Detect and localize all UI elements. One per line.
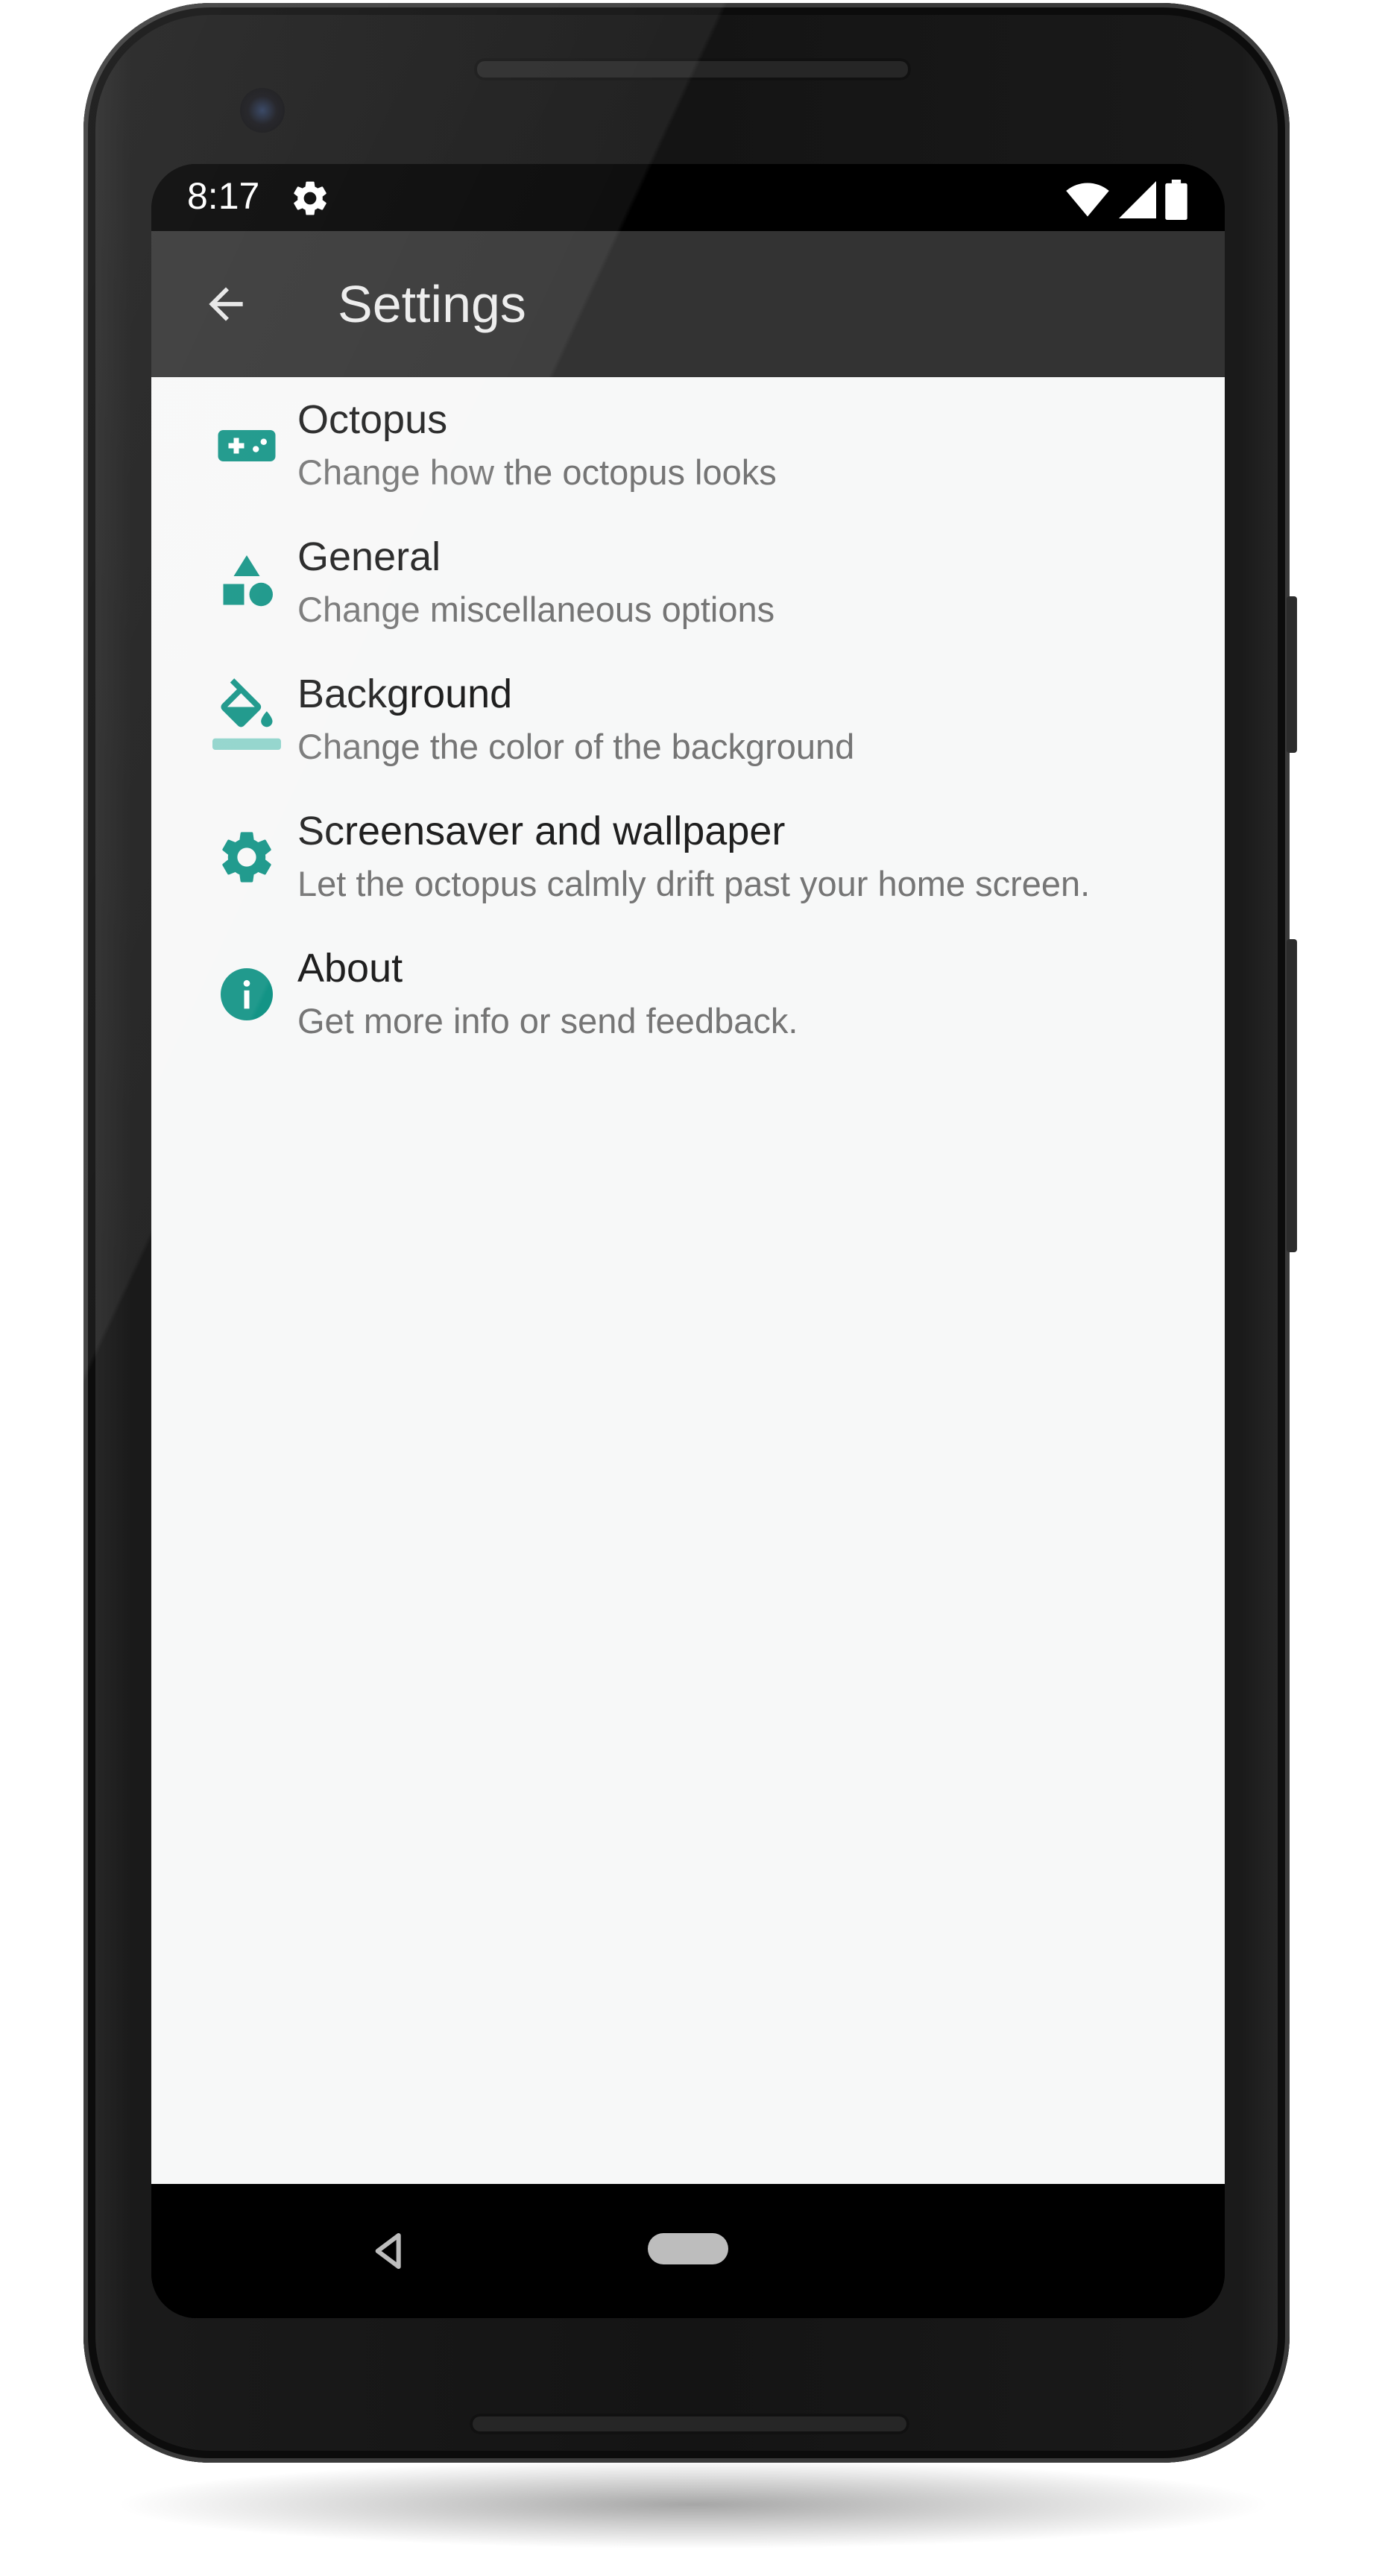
gamepad-icon: [212, 411, 281, 480]
pref-summary: Change miscellaneous options: [297, 590, 775, 629]
pref-summary: Change the color of the background: [297, 727, 855, 766]
navigation-bar: [151, 2184, 1225, 2318]
status-icons: [1065, 179, 1187, 221]
volume-button: [1287, 939, 1297, 1252]
arrow-back-icon: [209, 287, 243, 321]
nav-home-pill-icon[interactable]: [648, 2233, 728, 2264]
pref-summary: Get more info or send feedback.: [297, 1001, 798, 1041]
back-button[interactable]: [190, 268, 262, 340]
status-time: 8:17: [187, 175, 260, 217]
nav-back-triangle-icon[interactable]: [369, 2230, 411, 2272]
screen: 8:17 Settings Octopus Change how the oct…: [151, 164, 1225, 2318]
preferences-list: Octopus Change how the octopus looks Gen…: [151, 377, 1225, 2184]
pref-item-about[interactable]: About Get more info or send feedback.: [151, 926, 1225, 1063]
pref-title: Screensaver and wallpaper: [297, 809, 786, 853]
bottom-speaker: [470, 2414, 909, 2434]
pref-title: Octopus: [297, 397, 448, 442]
pref-item-screensaver[interactable]: Screensaver and wallpaper Let the octopu…: [151, 789, 1225, 926]
app-toolbar: Settings: [151, 231, 1225, 377]
battery-icon: [1165, 180, 1187, 220]
power-button: [1287, 596, 1297, 753]
pref-item-octopus[interactable]: Octopus Change how the octopus looks: [151, 377, 1225, 514]
gear-icon: [212, 823, 281, 891]
device-mockup: 8:17 Settings Octopus Change how the oct…: [0, 0, 1385, 2576]
pref-item-general[interactable]: General Change miscellaneous options: [151, 514, 1225, 651]
status-bar: 8:17: [151, 164, 1225, 231]
pref-title: General: [297, 534, 441, 579]
pref-summary: Let the octopus calmly drift past your h…: [297, 864, 1091, 903]
shapes-icon: [212, 547, 281, 616]
page-title: Settings: [338, 275, 526, 333]
top-speaker: [474, 58, 911, 80]
pref-item-background[interactable]: Background Change the color of the backg…: [151, 651, 1225, 789]
phone-shadow: [112, 2460, 1275, 2549]
pref-title: Background: [297, 672, 513, 716]
pref-title: About: [297, 946, 403, 991]
settings-gear-icon: [294, 181, 326, 215]
paint-bucket-icon: [212, 678, 281, 750]
pref-summary: Change how the octopus looks: [297, 452, 777, 492]
front-camera: [240, 88, 285, 133]
wifi-icon: [1066, 183, 1109, 217]
signal-icon: [1119, 181, 1156, 218]
info-icon: [212, 960, 281, 1029]
